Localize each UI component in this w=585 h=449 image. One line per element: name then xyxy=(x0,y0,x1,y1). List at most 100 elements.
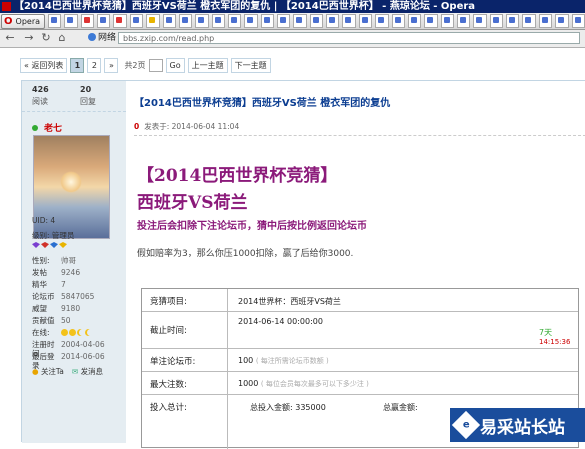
plus-icon: ● xyxy=(32,367,39,376)
prev-thread-button[interactable]: 上一主题 xyxy=(187,58,228,73)
tab[interactable] xyxy=(178,14,193,28)
user-id: UID: 4 xyxy=(32,216,56,225)
author-actions: ● 关注Ta ✉ 发消息 xyxy=(32,367,122,376)
tab[interactable] xyxy=(506,14,520,28)
profile-row: 贡献值 50 xyxy=(32,316,71,325)
bet-row-deadline: 截止时间: 2014-06-14 00:00:00 7天 14:15:36 xyxy=(142,312,578,349)
post-content: 【2014巴西世界杯竞猜】西班牙VS荷兰 橙衣军团的复仇 0 发表于: 2014-… xyxy=(126,81,585,449)
profile-row: 精华 7 xyxy=(32,280,66,289)
bet-row-max: 最大注数: 1000 ( 每位会员每次最多可以下多少注 ) xyxy=(142,372,578,395)
floor-number: 0 xyxy=(134,122,140,131)
tab[interactable] xyxy=(522,14,536,28)
tab[interactable] xyxy=(473,14,487,28)
tab[interactable] xyxy=(309,14,324,28)
post-description: 假如赔率为3，那么你压1000扣除，赢了后给你3000. xyxy=(137,249,354,259)
follow-link[interactable]: ● 关注Ta xyxy=(32,367,64,376)
opera-menu-button[interactable]: O Opera xyxy=(1,13,46,29)
tab[interactable] xyxy=(97,14,111,28)
tab[interactable] xyxy=(277,14,291,28)
tab[interactable] xyxy=(457,14,471,28)
page-jump-input[interactable] xyxy=(148,59,163,72)
thread-stats: 426 阅读 20 回复 xyxy=(22,81,126,112)
gem-icon xyxy=(59,242,67,248)
home-icon[interactable]: ⌂ xyxy=(56,32,68,44)
tab[interactable] xyxy=(227,14,242,28)
tab[interactable] xyxy=(48,14,62,28)
message-link[interactable]: ✉ 发消息 xyxy=(72,367,103,376)
profile-row: 发帖 9246 xyxy=(32,268,81,277)
tab[interactable] xyxy=(244,14,258,28)
opera-app-icon xyxy=(2,2,11,11)
tab[interactable] xyxy=(64,14,78,28)
online-status-icon xyxy=(32,125,38,131)
tab[interactable] xyxy=(129,14,144,28)
tab[interactable] xyxy=(195,14,209,28)
divider xyxy=(134,135,585,136)
tab[interactable] xyxy=(489,14,504,28)
post-date: 发表于: 2014-06-04 11:04 xyxy=(144,122,240,131)
tab[interactable] xyxy=(555,14,569,28)
page-1-button[interactable]: 1 xyxy=(70,58,85,73)
window-title-bar: 【2014巴西世界杯竞猜】西班牙VS荷兰 橙衣军团的复仇 | 【2014巴西世界… xyxy=(0,0,585,13)
reload-icon[interactable]: ↻ xyxy=(40,32,52,44)
moon-icon xyxy=(77,329,84,336)
author-name[interactable]: 老七 xyxy=(32,121,62,134)
profile-row: 威望 9180 xyxy=(32,304,81,313)
go-button[interactable]: Go xyxy=(165,58,185,73)
gem-icon xyxy=(41,242,49,248)
tab[interactable] xyxy=(260,14,275,28)
gem-icon xyxy=(32,242,40,248)
address-bar: ← → ↻ ⌂ 网络 bbs.zxip.com/read.php xyxy=(0,30,585,48)
tab[interactable] xyxy=(571,14,585,28)
watermark-logo-icon: e xyxy=(451,410,481,440)
author-sidebar: 426 阅读 20 回复 老七 UID: 4 级别: 管理员 性别: 帅哥 发帖 9… xyxy=(22,81,127,443)
profile-row: 论坛币 5847065 xyxy=(32,292,95,301)
bet-row-single: 单注论坛币: 100 ( 每注所需论坛币数额 ) xyxy=(142,349,578,372)
tab[interactable] xyxy=(211,14,225,28)
tab[interactable] xyxy=(80,14,95,28)
user-level: 级别: 管理员 xyxy=(32,231,75,240)
sun-icon xyxy=(61,329,68,336)
next-thread-button[interactable]: 下一主题 xyxy=(230,58,271,73)
sun-icon xyxy=(69,329,76,336)
pagination: « 返回列表 1 2 » 共2页 Go 上一主题 下一主题 xyxy=(20,58,274,73)
post-matchup: 西班牙VS荷兰 xyxy=(137,193,248,213)
next-page-button[interactable]: » xyxy=(104,58,119,73)
window-title: 【2014巴西世界杯竞猜】西班牙VS荷兰 橙衣军团的复仇 | 【2014巴西世界… xyxy=(14,1,476,12)
profile-row: 在线: xyxy=(32,328,122,337)
forward-arrow-icon[interactable]: → xyxy=(23,32,35,44)
connection-label: 网络 xyxy=(88,32,116,44)
rank-gems xyxy=(32,242,68,248)
watermark: e 易采站长站 xyxy=(450,408,585,442)
total-pages-text: 共2页 xyxy=(124,61,146,70)
url-input[interactable]: bbs.zxip.com/read.php xyxy=(118,32,580,44)
thread-title: 【2014巴西世界杯竞猜】西班牙VS荷兰 橙衣军团的复仇 xyxy=(134,98,391,109)
tab[interactable] xyxy=(342,14,356,28)
tab[interactable] xyxy=(440,14,454,28)
tab[interactable] xyxy=(146,14,160,28)
tab[interactable] xyxy=(407,14,422,28)
tab[interactable] xyxy=(358,14,373,28)
back-to-list-button[interactable]: « 返回列表 xyxy=(20,58,68,73)
countdown: 7天 14:15:36 xyxy=(539,328,571,346)
tab[interactable] xyxy=(424,14,438,28)
moon-icon xyxy=(85,329,92,336)
back-arrow-icon[interactable]: ← xyxy=(4,32,16,44)
opera-logo-icon: O xyxy=(4,15,13,27)
gem-icon xyxy=(50,242,58,248)
profile-row: 性别: 帅哥 xyxy=(32,256,76,265)
tab[interactable] xyxy=(538,14,553,28)
post-headline: 【2014巴西世界杯竞猜】 xyxy=(137,166,338,186)
page-2-button[interactable]: 2 xyxy=(87,58,102,73)
online-level-icons xyxy=(61,328,93,337)
post-note: 投注后会扣除下注论坛币，猜中后按比例返回论坛币 xyxy=(137,221,367,232)
read-count: 426 阅读 xyxy=(32,85,49,106)
tab[interactable] xyxy=(375,14,389,28)
tab[interactable] xyxy=(113,14,127,28)
tab[interactable] xyxy=(326,14,340,28)
tab[interactable] xyxy=(293,14,307,28)
tab-bar: O Opera xyxy=(0,13,585,30)
tab[interactable] xyxy=(162,14,176,28)
tab[interactable] xyxy=(391,14,405,28)
reply-count: 20 回复 xyxy=(80,85,96,106)
